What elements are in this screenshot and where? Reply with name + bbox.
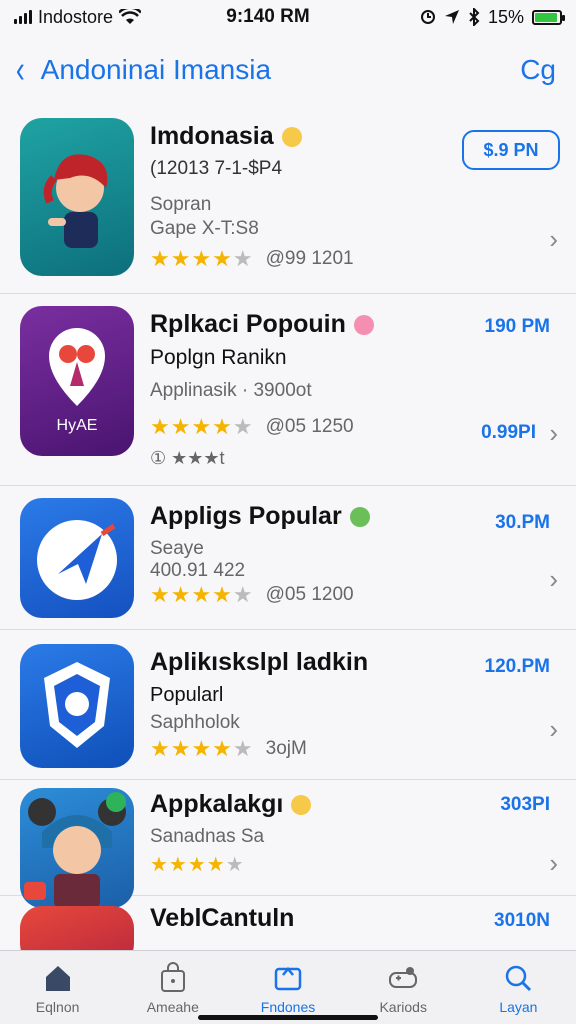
home-indicator xyxy=(198,1015,378,1020)
app-name-text: VeblCantuln xyxy=(150,904,295,932)
chevron-right-icon[interactable]: › xyxy=(549,418,558,449)
nav-bar: ‹ Andoninai Imansia Cg xyxy=(0,40,576,100)
signal-icon xyxy=(14,10,32,24)
emoji-icon xyxy=(353,315,374,336)
app-name: Appkalakgı xyxy=(150,790,312,819)
tab-home[interactable]: Eqlnon xyxy=(0,951,115,1024)
tab-label: Layan xyxy=(499,999,538,1015)
battery-icon xyxy=(532,9,565,25)
rating-count: 3ojM xyxy=(265,738,307,759)
emoji-icon xyxy=(349,507,370,528)
tab-bar: Eqlnon Ameahe Fndones Kariods Layan xyxy=(0,950,576,1024)
app-name-text: Aplikıskslpl ladkin xyxy=(150,648,369,676)
apps-icon xyxy=(274,967,302,991)
app-subtitle: Poplgn Ranikn xyxy=(150,346,287,369)
rating: ★★★★★ 3ojM xyxy=(150,736,307,762)
app-name-text: Appkalakgı xyxy=(150,790,284,818)
emoji-icon xyxy=(291,795,312,816)
app-name: Rplkaci Popouin xyxy=(150,310,374,339)
tab-label: Fndones xyxy=(260,999,316,1015)
back-button[interactable]: ‹ xyxy=(16,51,25,89)
app-name: Appligs Popular xyxy=(150,502,370,531)
app-detail: Gape X-T:S8 xyxy=(150,218,259,239)
controller-icon xyxy=(389,967,418,988)
list-item[interactable]: Appkalakgı Sanadnas Sa ★★★★★ 303PI › xyxy=(0,780,576,908)
secondary-rating: ① ★★★t xyxy=(150,448,225,468)
app-category: Sopran xyxy=(150,194,212,215)
carrier-label: Indostore xyxy=(38,6,114,27)
app-icon-shield[interactable] xyxy=(20,644,134,768)
status-right: 15% xyxy=(342,6,565,28)
location-icon xyxy=(444,10,459,24)
app-name: VeblCantuln xyxy=(150,904,294,933)
star-rating: ★★★★★ xyxy=(150,854,245,876)
app-detail: 400.91 422 xyxy=(150,560,246,581)
svg-text:HyAE: HyAE xyxy=(57,417,98,434)
app-subtitle: (12013 7-1-$P4 xyxy=(150,158,283,179)
app-subtitle: Seaye xyxy=(150,538,204,559)
status-time: 9:140 RM xyxy=(226,6,310,27)
price-label[interactable]: 3010N xyxy=(494,910,550,932)
app-icon-character[interactable] xyxy=(20,788,134,908)
list-item[interactable]: Appligs Popular Seaye 400.91 422 ★★★★★ @… xyxy=(0,486,576,630)
bluetooth-icon xyxy=(469,8,480,26)
app-icon-character[interactable] xyxy=(20,118,134,276)
app-list: Imdonasia (12013 7-1-$P4 Sopran Gape X-T… xyxy=(0,108,576,966)
rating: ★★★★★ @99 1201 xyxy=(150,246,354,272)
rating-count: @05 1250 xyxy=(265,416,354,437)
search-icon xyxy=(506,965,532,992)
app-category: Saphholok xyxy=(150,712,240,733)
tab-apps[interactable]: Fndones xyxy=(230,951,345,1024)
tab-bag[interactable]: Ameahe xyxy=(115,951,230,1024)
chevron-right-icon[interactable]: › xyxy=(549,848,558,879)
list-item[interactable]: VeblCantuln 3010N xyxy=(0,896,576,966)
list-item[interactable]: HyAE Rplkaci Popouin Poplgn Ranikn Appli… xyxy=(0,294,576,486)
price-button[interactable]: $.9 PN xyxy=(462,130,560,170)
app-icon-send[interactable] xyxy=(20,498,134,618)
app-subtitle: Popularl xyxy=(150,684,224,706)
star-rating: ★★★★★ xyxy=(150,246,254,271)
app-name: Aplikıskslpl ladkin xyxy=(150,648,368,677)
price-label[interactable]: 303PI xyxy=(500,794,550,816)
home-icon xyxy=(45,966,70,991)
rating: ★★★★★ xyxy=(150,852,245,877)
price-label[interactable]: 190 PM xyxy=(485,316,550,338)
list-item[interactable]: Imdonasia (12013 7-1-$P4 Sopran Gape X-T… xyxy=(0,108,576,294)
battery-percent: 15% xyxy=(487,6,524,27)
app-name-text: Appligs Popular xyxy=(150,502,342,530)
app-name-text: Rplkaci Popouin xyxy=(150,310,346,338)
star-rating: ★★★★★ xyxy=(150,736,254,761)
tab-label: Kariods xyxy=(379,999,427,1015)
emoji-icon xyxy=(281,127,302,148)
price-label[interactable]: 30.PM xyxy=(495,512,550,534)
bag-icon xyxy=(160,962,185,992)
app-name: Imdonasia xyxy=(150,122,302,151)
rating-count: @05 1200 xyxy=(265,584,354,605)
app-subtitle: Sanadnas Sa xyxy=(150,826,265,847)
page-title: Andoninai Imansia xyxy=(40,54,272,85)
star-rating: ★★★★★ xyxy=(150,414,254,439)
tab-games[interactable]: Kariods xyxy=(346,951,461,1024)
app-icon-pin[interactable]: HyAE xyxy=(20,306,134,456)
status-bar: Indostore 9:140 RM 15% xyxy=(0,0,576,34)
price-label-secondary[interactable]: 0.99PI xyxy=(481,422,536,444)
list-item[interactable]: Aplikıskslpl ladkin Popularl Saphholok ★… xyxy=(0,630,576,780)
chevron-right-icon[interactable]: › xyxy=(549,224,558,255)
wifi-icon xyxy=(119,9,142,24)
chevron-right-icon[interactable]: › xyxy=(549,714,558,745)
price-label[interactable]: 120.PM xyxy=(485,656,550,678)
rating: ★★★★★ @05 1200 xyxy=(150,582,354,608)
app-category: Applinasik · 3900ot xyxy=(150,380,312,401)
star-rating: ★★★★★ xyxy=(150,582,254,607)
alarm-icon xyxy=(420,10,435,24)
nav-action-button[interactable]: Cg xyxy=(520,54,556,86)
tab-label: Eqlnon xyxy=(35,999,80,1015)
app-name-text: Imdonasia xyxy=(150,122,274,150)
rating: ★★★★★ @05 1250 xyxy=(150,414,354,440)
chevron-right-icon[interactable]: › xyxy=(549,564,558,595)
tab-label: Ameahe xyxy=(146,999,199,1015)
tab-search[interactable]: Layan xyxy=(461,951,576,1024)
rating-count: @99 1201 xyxy=(265,248,354,269)
